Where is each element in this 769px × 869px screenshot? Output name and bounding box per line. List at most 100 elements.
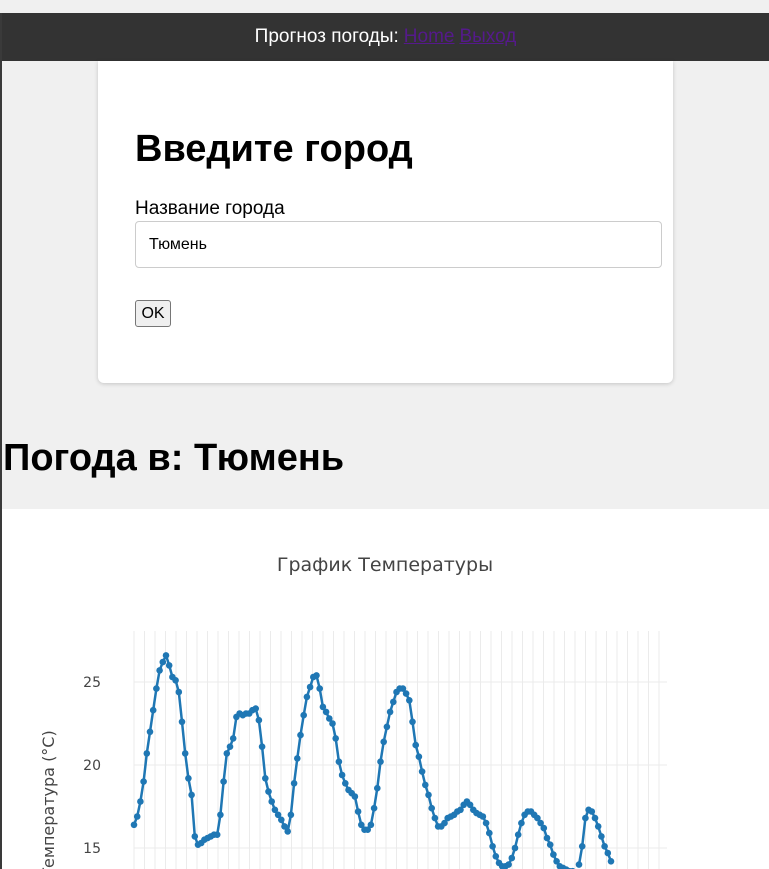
data-point[interactable] xyxy=(578,843,586,850)
data-point[interactable] xyxy=(303,693,311,701)
data-point[interactable] xyxy=(252,705,259,712)
data-point[interactable] xyxy=(137,798,144,805)
temperature-chart: График Температуры 15 20 25 Температура (°… xyxy=(2,509,769,869)
data-point[interactable] xyxy=(146,728,154,736)
data-point[interactable] xyxy=(582,814,589,822)
data-point[interactable] xyxy=(338,771,346,779)
data-point[interactable] xyxy=(354,808,362,815)
data-point[interactable] xyxy=(287,811,295,819)
home-link[interactable]: Home xyxy=(404,26,455,48)
data-point[interactable] xyxy=(479,813,487,820)
data-point[interactable] xyxy=(181,750,189,757)
data-point[interactable] xyxy=(213,831,221,838)
data-point[interactable] xyxy=(175,688,183,696)
data-point[interactable] xyxy=(153,685,160,692)
data-point[interactable] xyxy=(226,743,234,750)
data-point[interactable] xyxy=(598,833,605,840)
data-point[interactable] xyxy=(374,784,381,792)
data-point[interactable] xyxy=(284,828,292,835)
data-point[interactable] xyxy=(428,804,436,812)
data-point[interactable] xyxy=(601,843,608,850)
chart-series xyxy=(130,652,615,869)
data-point[interactable] xyxy=(172,677,179,684)
data-point[interactable] xyxy=(297,731,304,739)
data-point[interactable] xyxy=(268,798,276,805)
data-point[interactable] xyxy=(546,841,554,848)
data-point[interactable] xyxy=(425,791,432,799)
data-point[interactable] xyxy=(591,814,599,822)
data-point[interactable] xyxy=(505,861,512,868)
data-point[interactable] xyxy=(220,778,227,785)
data-point[interactable] xyxy=(402,690,410,697)
logout-link[interactable]: Выход xyxy=(459,26,516,48)
data-point[interactable] xyxy=(229,735,237,742)
data-point[interactable] xyxy=(418,768,426,775)
city-input[interactable] xyxy=(135,221,662,268)
data-point[interactable] xyxy=(133,813,141,820)
data-point[interactable] xyxy=(588,808,596,815)
data-point[interactable] xyxy=(278,816,285,824)
data-point[interactable] xyxy=(332,735,340,742)
data-point[interactable] xyxy=(165,662,173,669)
data-point[interactable] xyxy=(370,804,378,812)
data-point[interactable] xyxy=(335,758,343,765)
data-point[interactable] xyxy=(130,821,138,829)
data-point[interactable] xyxy=(422,781,429,789)
data-point[interactable] xyxy=(156,667,163,674)
data-point[interactable] xyxy=(351,793,359,800)
data-point[interactable] xyxy=(406,697,413,704)
data-point[interactable] xyxy=(140,778,147,785)
data-point[interactable] xyxy=(412,741,420,749)
data-point[interactable] xyxy=(543,834,551,842)
data-point[interactable] xyxy=(223,750,231,757)
city-name-label: Название города xyxy=(135,198,285,219)
data-point[interactable] xyxy=(594,823,602,830)
data-point[interactable] xyxy=(188,791,195,799)
data-point[interactable] xyxy=(255,716,263,724)
data-point[interactable] xyxy=(258,743,266,750)
data-point[interactable] xyxy=(508,854,516,862)
data-point[interactable] xyxy=(383,723,391,731)
data-point[interactable] xyxy=(482,819,490,827)
data-point[interactable] xyxy=(162,652,170,659)
data-point[interactable] xyxy=(492,853,500,860)
data-point[interactable] xyxy=(329,720,336,727)
data-point[interactable] xyxy=(377,758,384,765)
data-point[interactable] xyxy=(380,738,388,746)
data-point[interactable] xyxy=(300,711,308,719)
data-point[interactable] xyxy=(367,821,375,829)
data-point[interactable] xyxy=(217,811,224,819)
data-point[interactable] xyxy=(575,861,583,868)
data-point[interactable] xyxy=(540,824,548,832)
data-point[interactable] xyxy=(607,858,615,865)
data-point[interactable] xyxy=(604,849,612,857)
data-point[interactable] xyxy=(342,780,349,787)
data-point[interactable] xyxy=(322,708,330,716)
data-point[interactable] xyxy=(316,685,324,692)
data-point[interactable] xyxy=(489,843,496,850)
data-point[interactable] xyxy=(386,708,394,716)
data-point[interactable] xyxy=(191,833,199,840)
data-point[interactable] xyxy=(178,718,186,726)
data-point[interactable] xyxy=(514,831,522,838)
data-point[interactable] xyxy=(550,851,557,858)
data-point[interactable] xyxy=(409,718,416,726)
data-point[interactable] xyxy=(159,658,167,666)
data-point[interactable] xyxy=(149,706,157,714)
data-point[interactable] xyxy=(265,788,272,795)
data-point[interactable] xyxy=(294,755,301,762)
data-point[interactable] xyxy=(306,683,314,691)
chart-y-axis-label: Температура (°C) xyxy=(39,730,58,869)
data-point[interactable] xyxy=(262,775,269,782)
data-point[interactable] xyxy=(185,775,192,782)
data-point[interactable] xyxy=(511,844,519,852)
data-point[interactable] xyxy=(518,819,525,827)
ok-button[interactable]: OK xyxy=(135,300,171,327)
data-point[interactable] xyxy=(390,698,397,706)
data-point[interactable] xyxy=(486,829,493,837)
data-point[interactable] xyxy=(431,814,439,822)
data-point[interactable] xyxy=(143,750,151,757)
data-point[interactable] xyxy=(290,780,298,787)
data-point[interactable] xyxy=(415,753,423,760)
data-point[interactable] xyxy=(313,672,320,679)
